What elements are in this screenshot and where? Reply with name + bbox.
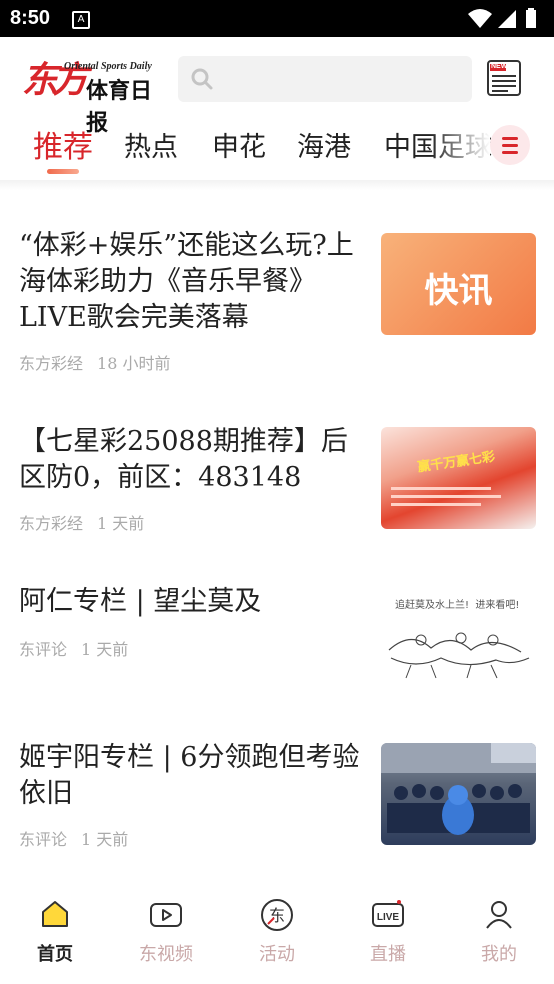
notification-icon: A [72,11,90,29]
search-input[interactable] [178,56,472,102]
category-tabs: 推荐 热点 申花 海港 中国足球 [0,119,554,179]
article-time: 1 天前 [97,514,145,533]
tab-haigang[interactable]: 海港 [297,125,351,164]
active-tab-indicator [47,169,79,174]
article-title[interactable]: “体彩+娱乐”还能这么玩?上海体彩助力《音乐早餐》LIVE歌会完美落幕 [19,228,364,336]
article-title[interactable]: 阿仁专栏 | 望尘莫及 [19,584,364,620]
article-title[interactable]: 【七星彩25088期推荐】后区防0，前区：483148 [19,424,364,496]
menu-icon [502,137,518,140]
nav-events[interactable]: 东 活动 [242,898,312,966]
nav-label: 首页 [37,944,73,965]
article-thumbnail[interactable] [381,743,536,845]
article-thumbnail[interactable]: 快讯 [381,233,536,335]
tab-shenhua[interactable]: 申花 [212,125,266,164]
article-meta: 东方彩经 1 天前 [19,510,144,534]
news-label: NEWS [491,63,512,70]
article-meta: 东方彩经 18 小时前 [19,350,170,374]
live-icon: LIVE [372,900,404,927]
home-icon [42,901,68,927]
article-source: 东方彩经 [19,514,84,533]
nav-video[interactable]: 东视频 [131,898,201,966]
video-icon [150,903,182,927]
profile-icon [486,901,512,929]
status-bar: 8:50 A [0,0,554,37]
team-photo [381,743,536,835]
tab-recommend[interactable]: 推荐 [33,122,93,166]
app-logo[interactable]: 东方 Oriental Sports Daily 体育日报 [22,57,172,136]
status-time: 8:50 [10,7,51,29]
svg-text:LIVE: LIVE [377,912,400,923]
wifi-icon [468,9,492,28]
menu-button[interactable] [490,125,530,165]
tab-hot[interactable]: 热点 [124,125,178,164]
cartoon-illustration [388,632,530,679]
battery-icon [526,10,536,28]
article-thumbnail[interactable]: 追赶莫及水上兰! 进来看吧! [381,586,536,688]
nav-label: 我的 [481,944,517,965]
article-source: 东评论 [19,640,68,659]
thumbnail-label: 追赶莫及水上兰! 进来看吧! [395,600,520,611]
nav-profile[interactable]: 我的 [464,898,534,966]
nav-label: 活动 [259,944,295,965]
article-time: 1 天前 [81,640,129,659]
article-source: 东方彩经 [19,354,84,373]
nav-label: 东视频 [139,944,193,965]
bottom-navigation: 首页 东视频 东 活动 LIVE 直播 我的 [0,888,554,984]
nav-live[interactable]: LIVE 直播 [353,898,423,966]
logo-english: Oriental Sports Daily [64,61,152,72]
status-icons [466,8,546,34]
article-time: 18 小时前 [97,354,171,373]
article-source: 东评论 [19,830,68,849]
svg-text:东: 东 [269,906,285,925]
thumbnail-label: 赢千万赢七彩 [416,449,496,476]
news-button[interactable]: NEWS [486,59,524,99]
nav-label: 直播 [370,944,406,965]
article-title[interactable]: 姬宇阳专栏 | 6分领跑但考验依旧 [19,740,364,812]
search-icon [191,68,213,90]
article-thumbnail[interactable]: 赢千万赢七彩 [381,427,536,529]
event-icon: 东 [261,899,293,931]
article-meta: 东评论 1 天前 [19,636,128,660]
nav-home[interactable]: 首页 [20,898,90,966]
thumbnail-label: 快讯 [424,271,493,311]
article-time: 1 天前 [81,830,129,849]
article-meta: 东评论 1 天前 [19,826,128,850]
app-header: 东方 Oriental Sports Daily 体育日报 NEWS [0,37,554,136]
signal-icon [498,10,516,28]
